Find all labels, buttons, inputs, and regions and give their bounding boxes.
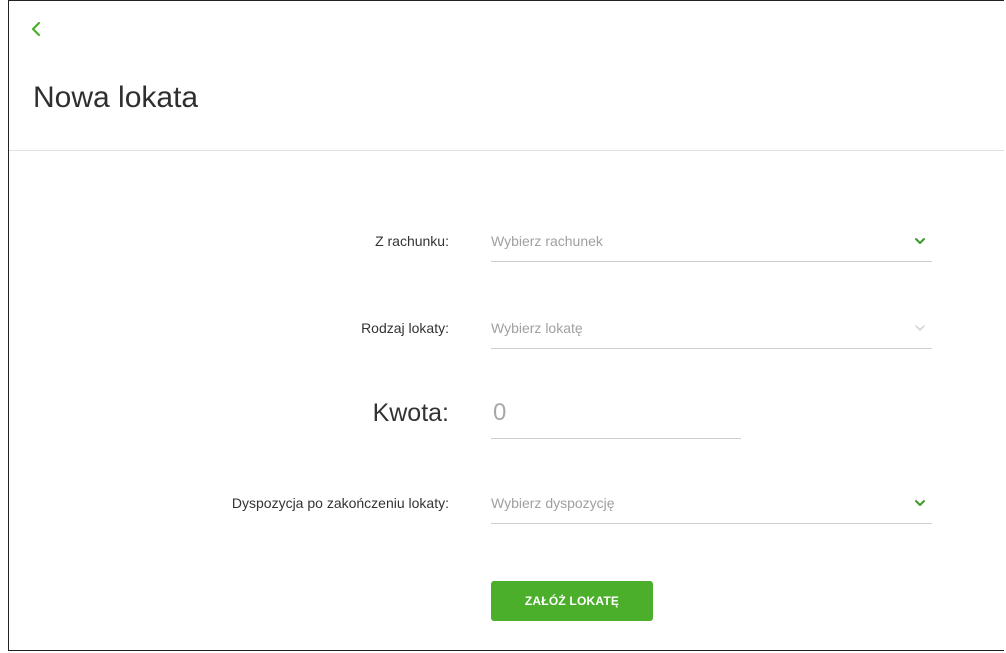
disposition-select[interactable]: Wybierz dyspozycję xyxy=(491,487,932,524)
back-button[interactable] xyxy=(25,17,49,41)
deposit-type-select-placeholder: Wybierz lokatę xyxy=(491,320,583,336)
account-select[interactable]: Wybierz rachunek xyxy=(491,225,932,262)
deposit-type-select[interactable]: Wybierz lokatę xyxy=(491,312,932,349)
header-divider xyxy=(9,150,1004,151)
chevron-left-icon xyxy=(31,21,41,37)
account-select-placeholder: Wybierz rachunek xyxy=(491,233,603,249)
chevron-down-icon xyxy=(915,325,925,331)
disposition-select-placeholder: Wybierz dyspozycję xyxy=(491,495,615,511)
amount-input[interactable]: 0 xyxy=(491,393,741,439)
amount-value: 0 xyxy=(493,399,507,426)
page-frame: Nowa lokata Z rachunku: Wybierz rachunek… xyxy=(8,0,1004,651)
deposit-type-label: Rodzaj lokaty: xyxy=(361,320,449,336)
page-title: Nowa lokata xyxy=(33,81,199,114)
chevron-down-icon xyxy=(915,500,925,506)
account-label: Z rachunku: xyxy=(375,233,449,249)
amount-label: Kwota: xyxy=(372,399,449,427)
create-deposit-button[interactable]: ZAŁÓŻ LOKATĘ xyxy=(491,581,653,621)
chevron-down-icon xyxy=(915,238,925,244)
disposition-label: Dyspozycja po zakończeniu lokaty: xyxy=(231,495,449,511)
